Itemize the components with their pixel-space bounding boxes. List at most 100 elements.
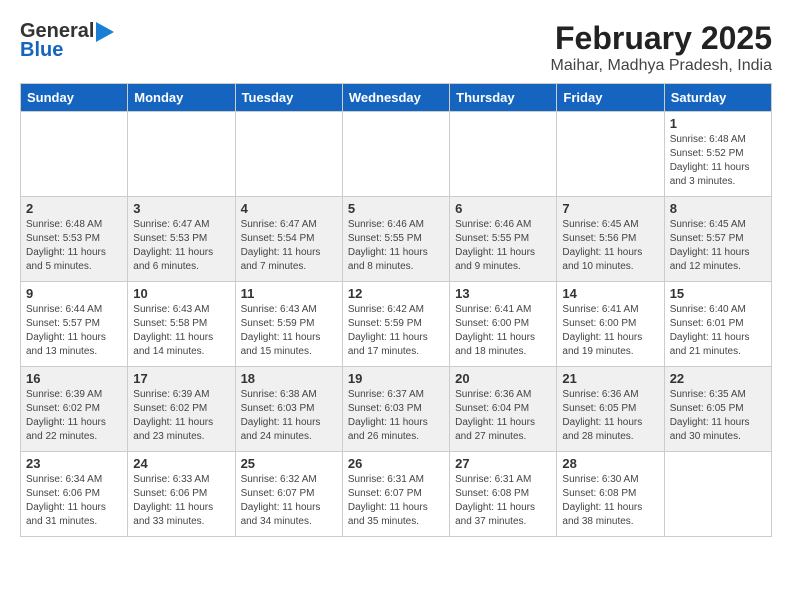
day-info: Sunrise: 6:45 AM Sunset: 5:57 PM Dayligh… bbox=[670, 218, 766, 274]
day-number: 20 bbox=[455, 371, 551, 386]
calendar-week-row: 16 Sunrise: 6:39 AM Sunset: 6:02 PM Dayli… bbox=[21, 367, 772, 452]
calendar-cell bbox=[21, 112, 128, 197]
calendar-cell: 28Sunrise: 6:30 AM Sunset: 6:08 PM Dayli… bbox=[557, 452, 664, 537]
day-number: 9 bbox=[26, 286, 122, 301]
calendar-cell: 11 Sunrise: 6:43 AM Sunset: 5:59 PM Dayli… bbox=[235, 282, 342, 367]
calendar-cell: 3 Sunrise: 6:47 AM Sunset: 5:53 PM Daylig… bbox=[128, 197, 235, 282]
calendar-cell: 15 Sunrise: 6:40 AM Sunset: 6:01 PM Dayli… bbox=[664, 282, 771, 367]
calendar-cell: 24Sunrise: 6:33 AM Sunset: 6:06 PM Dayli… bbox=[128, 452, 235, 537]
day-info: Sunrise: 6:39 AM Sunset: 6:02 PM Dayligh… bbox=[133, 388, 229, 444]
calendar-week-row: 2 Sunrise: 6:48 AM Sunset: 5:53 PM Daylig… bbox=[21, 197, 772, 282]
day-number: 17 bbox=[133, 371, 229, 386]
calendar-week-row: 1 Sunrise: 6:48 AM Sunset: 5:52 PM Daylig… bbox=[21, 112, 772, 197]
day-number: 15 bbox=[670, 286, 766, 301]
day-number: 11 bbox=[241, 286, 337, 301]
day-info: Sunrise: 6:47 AM Sunset: 5:53 PM Dayligh… bbox=[133, 218, 229, 274]
calendar-cell: 10Sunrise: 6:43 AM Sunset: 5:58 PM Dayli… bbox=[128, 282, 235, 367]
day-number: 1 bbox=[670, 116, 766, 131]
day-number: 18 bbox=[241, 371, 337, 386]
calendar-cell: 9 Sunrise: 6:44 AM Sunset: 5:57 PM Daylig… bbox=[21, 282, 128, 367]
day-info: Sunrise: 6:43 AM Sunset: 5:58 PM Dayligh… bbox=[133, 303, 229, 359]
calendar-cell: 26 Sunrise: 6:31 AM Sunset: 6:07 PM Dayli… bbox=[342, 452, 449, 537]
day-info: Sunrise: 6:44 AM Sunset: 5:57 PM Dayligh… bbox=[26, 303, 122, 359]
day-number: 21 bbox=[562, 371, 658, 386]
day-number: 3 bbox=[133, 201, 229, 216]
day-info: Sunrise: 6:38 AM Sunset: 6:03 PM Dayligh… bbox=[241, 388, 337, 444]
weekday-header-sunday: Sunday bbox=[21, 84, 128, 112]
calendar-cell bbox=[450, 112, 557, 197]
day-info: Sunrise: 6:41 AM Sunset: 6:00 PM Dayligh… bbox=[455, 303, 551, 359]
calendar-cell: 8 Sunrise: 6:45 AM Sunset: 5:57 PM Daylig… bbox=[664, 197, 771, 282]
day-number: 13 bbox=[455, 286, 551, 301]
calendar-cell bbox=[128, 112, 235, 197]
day-info: Sunrise: 6:31 AM Sunset: 6:07 PM Dayligh… bbox=[348, 473, 444, 529]
day-info: Sunrise: 6:39 AM Sunset: 6:02 PM Dayligh… bbox=[26, 388, 122, 444]
calendar-cell: 1 Sunrise: 6:48 AM Sunset: 5:52 PM Daylig… bbox=[664, 112, 771, 197]
weekday-header-friday: Friday bbox=[557, 84, 664, 112]
day-number: 6 bbox=[455, 201, 551, 216]
calendar-cell: 18 Sunrise: 6:38 AM Sunset: 6:03 PM Dayli… bbox=[235, 367, 342, 452]
day-info: Sunrise: 6:37 AM Sunset: 6:03 PM Dayligh… bbox=[348, 388, 444, 444]
calendar-cell: 17 Sunrise: 6:39 AM Sunset: 6:02 PM Dayli… bbox=[128, 367, 235, 452]
day-info: Sunrise: 6:42 AM Sunset: 5:59 PM Dayligh… bbox=[348, 303, 444, 359]
day-number: 5 bbox=[348, 201, 444, 216]
calendar-cell: 5 Sunrise: 6:46 AM Sunset: 5:55 PM Daylig… bbox=[342, 197, 449, 282]
calendar-cell bbox=[664, 452, 771, 537]
day-number: 27 bbox=[455, 456, 551, 471]
calendar-cell bbox=[342, 112, 449, 197]
calendar-cell: 20 Sunrise: 6:36 AM Sunset: 6:04 PM Dayli… bbox=[450, 367, 557, 452]
day-number: 22 bbox=[670, 371, 766, 386]
day-number: 2 bbox=[26, 201, 122, 216]
calendar-cell: 23 Sunrise: 6:34 AM Sunset: 6:06 PM Dayli… bbox=[21, 452, 128, 537]
calendar-cell: 25 Sunrise: 6:32 AM Sunset: 6:07 PM Dayli… bbox=[235, 452, 342, 537]
calendar-cell: 2 Sunrise: 6:48 AM Sunset: 5:53 PM Daylig… bbox=[21, 197, 128, 282]
calendar-cell: 19 Sunrise: 6:37 AM Sunset: 6:03 PM Dayli… bbox=[342, 367, 449, 452]
calendar-week-row: 23 Sunrise: 6:34 AM Sunset: 6:06 PM Dayli… bbox=[21, 452, 772, 537]
day-number: 12 bbox=[348, 286, 444, 301]
calendar-cell: 7Sunrise: 6:45 AM Sunset: 5:56 PM Daylig… bbox=[557, 197, 664, 282]
day-number: 25 bbox=[241, 456, 337, 471]
day-info: Sunrise: 6:30 AM Sunset: 6:08 PM Dayligh… bbox=[562, 473, 658, 529]
day-info: Sunrise: 6:31 AM Sunset: 6:08 PM Dayligh… bbox=[455, 473, 551, 529]
calendar-week-row: 9 Sunrise: 6:44 AM Sunset: 5:57 PM Daylig… bbox=[21, 282, 772, 367]
calendar-title: February 2025 bbox=[551, 20, 772, 57]
day-number: 16 bbox=[26, 371, 122, 386]
day-number: 8 bbox=[670, 201, 766, 216]
calendar-cell: 4 Sunrise: 6:47 AM Sunset: 5:54 PM Daylig… bbox=[235, 197, 342, 282]
day-info: Sunrise: 6:46 AM Sunset: 5:55 PM Dayligh… bbox=[348, 218, 444, 274]
calendar-cell: 16 Sunrise: 6:39 AM Sunset: 6:02 PM Dayli… bbox=[21, 367, 128, 452]
calendar-header-row: SundayMondayTuesdayWednesdayThursdayFrid… bbox=[21, 84, 772, 112]
weekday-header-tuesday: Tuesday bbox=[235, 84, 342, 112]
day-number: 4 bbox=[241, 201, 337, 216]
calendar-cell bbox=[557, 112, 664, 197]
day-info: Sunrise: 6:35 AM Sunset: 6:05 PM Dayligh… bbox=[670, 388, 766, 444]
day-info: Sunrise: 6:40 AM Sunset: 6:01 PM Dayligh… bbox=[670, 303, 766, 359]
calendar-cell: 14 Sunrise: 6:41 AM Sunset: 6:00 PM Dayli… bbox=[557, 282, 664, 367]
day-number: 23 bbox=[26, 456, 122, 471]
day-number: 19 bbox=[348, 371, 444, 386]
weekday-header-thursday: Thursday bbox=[450, 84, 557, 112]
day-info: Sunrise: 6:34 AM Sunset: 6:06 PM Dayligh… bbox=[26, 473, 122, 529]
weekday-header-monday: Monday bbox=[128, 84, 235, 112]
day-info: Sunrise: 6:48 AM Sunset: 5:52 PM Dayligh… bbox=[670, 133, 766, 189]
weekday-header-wednesday: Wednesday bbox=[342, 84, 449, 112]
day-info: Sunrise: 6:32 AM Sunset: 6:07 PM Dayligh… bbox=[241, 473, 337, 529]
day-info: Sunrise: 6:46 AM Sunset: 5:55 PM Dayligh… bbox=[455, 218, 551, 274]
day-info: Sunrise: 6:47 AM Sunset: 5:54 PM Dayligh… bbox=[241, 218, 337, 274]
day-number: 7 bbox=[562, 201, 658, 216]
calendar-cell: 6 Sunrise: 6:46 AM Sunset: 5:55 PM Daylig… bbox=[450, 197, 557, 282]
calendar-cell: 21 Sunrise: 6:36 AM Sunset: 6:05 PM Dayli… bbox=[557, 367, 664, 452]
calendar-cell bbox=[235, 112, 342, 197]
day-info: Sunrise: 6:48 AM Sunset: 5:53 PM Dayligh… bbox=[26, 218, 122, 274]
day-number: 24 bbox=[133, 456, 229, 471]
calendar-subtitle: Maihar, Madhya Pradesh, India bbox=[551, 57, 772, 75]
day-info: Sunrise: 6:36 AM Sunset: 6:04 PM Dayligh… bbox=[455, 388, 551, 444]
day-info: Sunrise: 6:43 AM Sunset: 5:59 PM Dayligh… bbox=[241, 303, 337, 359]
day-number: 26 bbox=[348, 456, 444, 471]
day-number: 14 bbox=[562, 286, 658, 301]
day-info: Sunrise: 6:41 AM Sunset: 6:00 PM Dayligh… bbox=[562, 303, 658, 359]
day-info: Sunrise: 6:36 AM Sunset: 6:05 PM Dayligh… bbox=[562, 388, 658, 444]
logo: General Blue bbox=[20, 20, 114, 62]
logo-blue: Blue bbox=[20, 39, 114, 62]
calendar-cell: 22 Sunrise: 6:35 AM Sunset: 6:05 PM Dayli… bbox=[664, 367, 771, 452]
